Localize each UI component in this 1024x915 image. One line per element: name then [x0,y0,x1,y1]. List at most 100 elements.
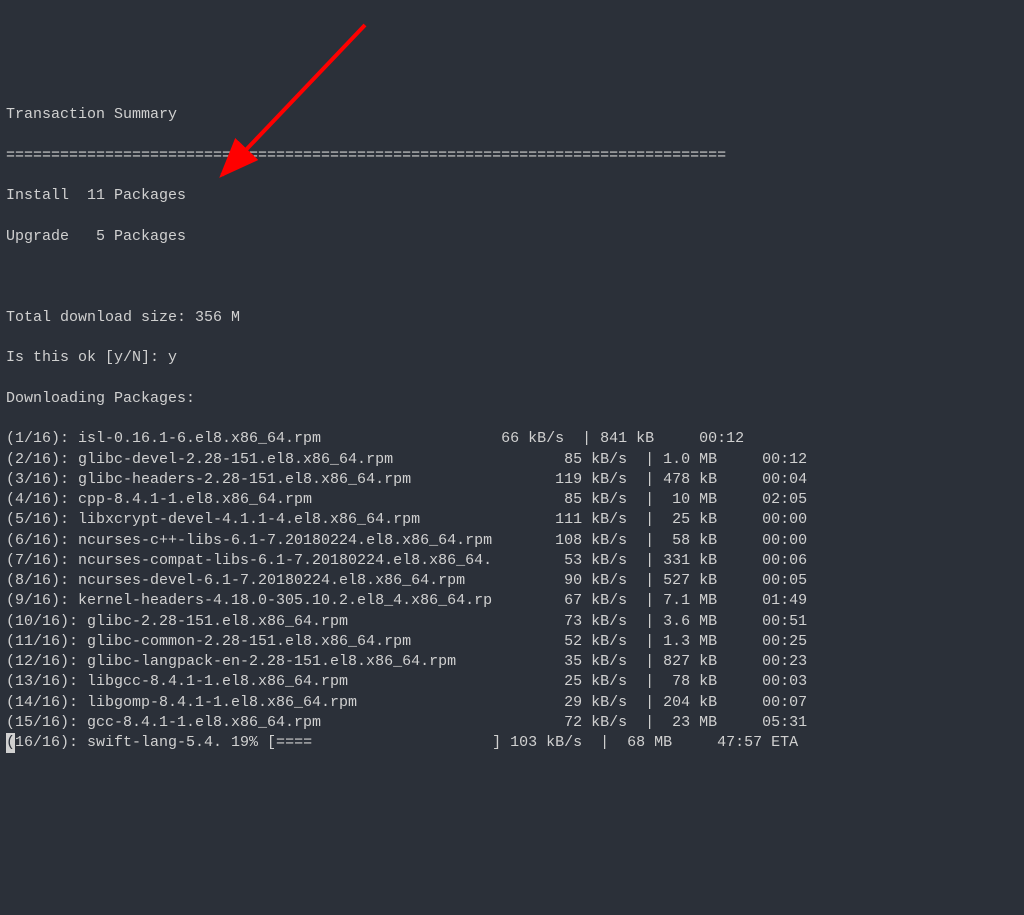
download-size: | 58 kB [627,532,717,549]
download-size: | 78 kB [627,673,717,690]
download-row: (1/16): isl-0.16.1-6.el8.x86_64.rpm 66 k… [6,429,1018,449]
download-time: 05:31 [717,714,807,731]
download-filename: glibc-headers-2.28-151.el8.x86_64.rpm [78,471,546,488]
download-speed: 85 kB/s [546,451,627,468]
download-size: | 478 kB [627,471,717,488]
download-row: (8/16): ncurses-devel-6.1-7.20180224.el8… [6,571,1018,591]
download-speed: 85 kB/s [546,491,627,508]
download-filename: cpp-8.4.1-1.el8.x86_64.rpm [78,491,546,508]
download-filename: glibc-common-2.28-151.el8.x86_64.rpm [87,633,546,650]
confirm-prompt: Is this ok [y/N]: y [6,348,1018,368]
download-filename: gcc-8.4.1-1.el8.x86_64.rpm [87,714,546,731]
download-index: 16/16): [15,734,87,751]
download-row: (6/16): ncurses-c++-libs-6.1-7.20180224.… [6,531,1018,551]
download-eta-label: ETA [762,734,798,751]
download-size: | 23 MB [627,714,717,731]
download-filename: libgomp-8.4.1-1.el8.x86_64.rpm [87,694,546,711]
download-row: (9/16): kernel-headers-4.18.0-305.10.2.e… [6,591,1018,611]
download-row: (14/16): libgomp-8.4.1-1.el8.x86_64.rpm … [6,693,1018,713]
download-index: (15/16): [6,714,87,731]
download-time: 00:04 [717,471,807,488]
download-time: 47:57 [672,734,762,751]
download-index: (9/16): [6,592,78,609]
download-speed: 67 kB/s [546,592,627,609]
download-time: 00:51 [717,613,807,630]
download-row: (3/16): glibc-headers-2.28-151.el8.x86_6… [6,470,1018,490]
download-list: (1/16): isl-0.16.1-6.el8.x86_64.rpm 66 k… [6,429,1018,753]
divider: ========================================… [6,146,1018,166]
download-time: 00:07 [717,694,807,711]
download-row: (16/16): swift-lang-5.4. 19% [==== ] 103… [6,733,1018,753]
download-row: (7/16): ncurses-compat-libs-6.1-7.201802… [6,551,1018,571]
download-time: 00:00 [717,511,807,528]
download-size: | 204 kB [627,694,717,711]
download-index: (11/16): [6,633,87,650]
download-row: (15/16): gcc-8.4.1-1.el8.x86_64.rpm 72 k… [6,713,1018,733]
download-time: 00:25 [717,633,807,650]
download-row: (12/16): glibc-langpack-en-2.28-151.el8.… [6,652,1018,672]
download-speed: 35 kB/s [546,653,627,670]
download-speed: 73 kB/s [546,613,627,630]
download-size: | 3.6 MB [627,613,717,630]
download-filename: glibc-devel-2.28-151.el8.x86_64.rpm [78,451,546,468]
download-time: 00:03 [717,673,807,690]
download-size: | 25 kB [627,511,717,528]
terminal-output: Transaction Summary ====================… [6,85,1018,774]
download-time: 00:00 [717,532,807,549]
download-speed: 111 kB/s [546,511,627,528]
total-download-size: Total download size: 356 M [6,308,1018,328]
download-filename: glibc-2.28-151.el8.x86_64.rpm [87,613,546,630]
download-filename: swift-lang-5.4. 19% [==== ] [87,734,501,751]
download-size: | 331 kB [627,552,717,569]
download-size: | 68 MB [582,734,672,751]
download-row: (13/16): libgcc-8.4.1-1.el8.x86_64.rpm 2… [6,672,1018,692]
download-filename: isl-0.16.1-6.el8.x86_64.rpm [78,430,483,447]
download-time: 02:05 [717,491,807,508]
download-index: (14/16): [6,694,87,711]
download-speed: 29 kB/s [546,694,627,711]
terminal-cursor: ( [6,733,15,753]
transaction-summary-title: Transaction Summary [6,105,1018,125]
download-speed: 25 kB/s [546,673,627,690]
download-row: (10/16): glibc-2.28-151.el8.x86_64.rpm 7… [6,612,1018,632]
download-time: 00:12 [717,451,807,468]
download-size: | 10 MB [627,491,717,508]
download-size: | 1.3 MB [627,633,717,650]
download-filename: ncurses-compat-libs-6.1-7.20180224.el8.x… [78,552,546,569]
download-index: (13/16): [6,673,87,690]
download-filename: ncurses-c++-libs-6.1-7.20180224.el8.x86_… [78,532,546,549]
download-index: (5/16): [6,511,78,528]
download-row: (4/16): cpp-8.4.1-1.el8.x86_64.rpm 85 kB… [6,490,1018,510]
download-index: (10/16): [6,613,87,630]
download-speed: 52 kB/s [546,633,627,650]
download-size: | 7.1 MB [627,592,717,609]
download-size: | 827 kB [627,653,717,670]
download-row: (5/16): libxcrypt-devel-4.1.1-4.el8.x86_… [6,510,1018,530]
download-index: (4/16): [6,491,78,508]
download-speed: 66 kB/s [483,430,564,447]
download-speed: 72 kB/s [546,714,627,731]
download-speed: 103 kB/s [501,734,582,751]
download-filename: kernel-headers-4.18.0-305.10.2.el8_4.x86… [78,592,546,609]
download-index: (7/16): [6,552,78,569]
download-index: (12/16): [6,653,87,670]
download-time: 00:12 [654,430,744,447]
download-time: 00:23 [717,653,807,670]
downloading-packages-label: Downloading Packages: [6,389,1018,409]
blank-line [6,267,1018,287]
download-size: | 841 kB [564,430,654,447]
download-filename: libxcrypt-devel-4.1.1-4.el8.x86_64.rpm [78,511,546,528]
download-index: (3/16): [6,471,78,488]
download-size: | 1.0 MB [627,451,717,468]
download-row: (2/16): glibc-devel-2.28-151.el8.x86_64.… [6,450,1018,470]
download-speed: 53 kB/s [546,552,627,569]
upgrade-line: Upgrade 5 Packages [6,227,1018,247]
download-filename: libgcc-8.4.1-1.el8.x86_64.rpm [87,673,546,690]
download-index: (2/16): [6,451,78,468]
download-row: (11/16): glibc-common-2.28-151.el8.x86_6… [6,632,1018,652]
download-speed: 108 kB/s [546,532,627,549]
download-index: (1/16): [6,430,78,447]
download-time: 01:49 [717,592,807,609]
download-index: (6/16): [6,532,78,549]
download-filename: glibc-langpack-en-2.28-151.el8.x86_64.rp… [87,653,546,670]
